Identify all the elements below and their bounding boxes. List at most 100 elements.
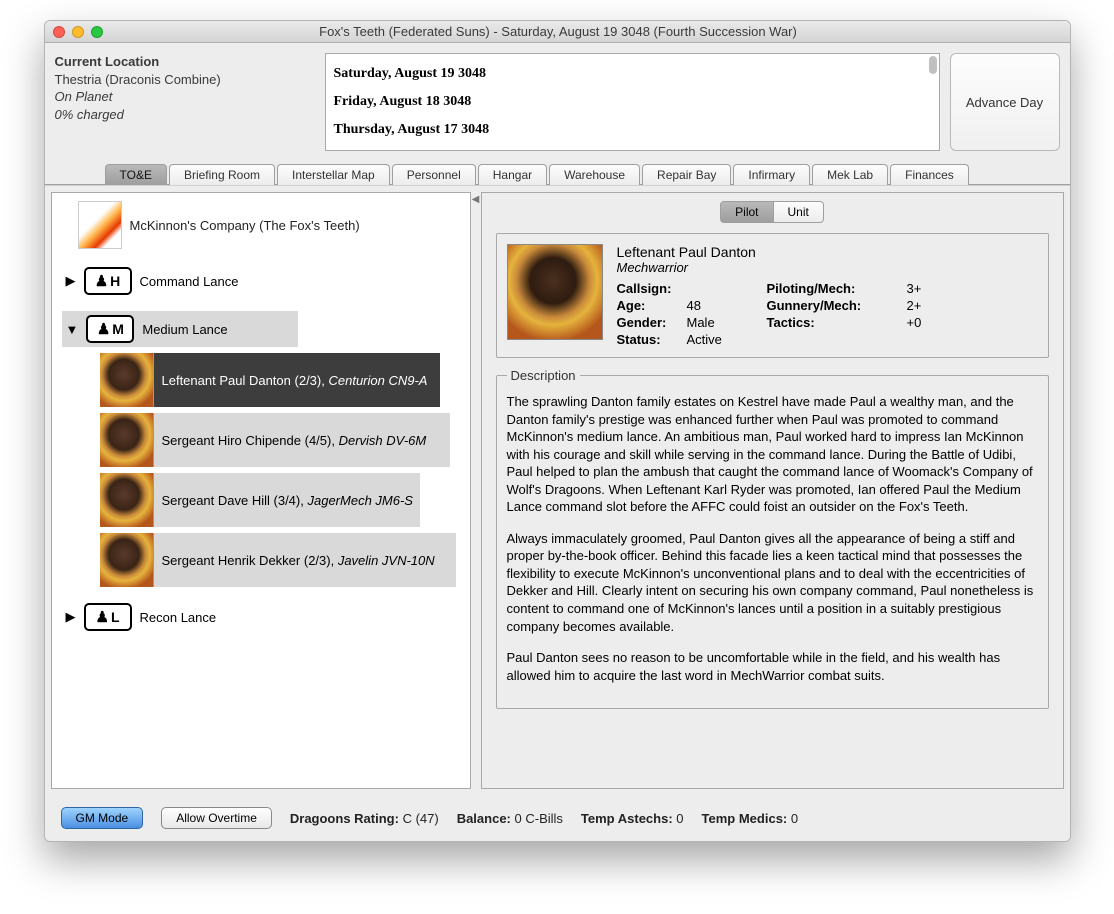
value-gender: Male [687, 315, 767, 330]
description-paragraph: The sprawling Danton family estates on K… [507, 393, 1038, 516]
pilot-row-text: Sergeant Hiro Chipende (4/5), Dervish DV… [162, 433, 427, 448]
main-split: McKinnon's Company (The Fox's Teeth) ▶ H… [45, 185, 1070, 795]
location-status-2: 0% charged [55, 106, 315, 124]
pilot-row[interactable]: Sergeant Henrik Dekker (2/3), Javelin JV… [100, 533, 456, 587]
location-panel: Current Location Thestria (Draconis Comb… [55, 53, 315, 151]
gm-mode-button[interactable]: GM Mode [61, 807, 144, 829]
pilot-row-text: Sergeant Dave Hill (3/4), JagerMech JM6-… [162, 493, 413, 508]
pilot-portrait-icon [100, 353, 154, 407]
lance-icon: L [84, 603, 132, 631]
minimize-icon[interactable] [72, 26, 84, 38]
description-paragraph: Always immaculately groomed, Paul Danton… [507, 530, 1038, 635]
app-window: Fox's Teeth (Federated Suns) - Saturday,… [44, 20, 1071, 842]
pilot-row-text: Sergeant Henrik Dekker (2/3), Javelin JV… [162, 553, 435, 568]
pilot-row[interactable]: Leftenant Paul Danton (2/3), Centurion C… [100, 353, 440, 407]
pilot-portrait-icon [100, 413, 154, 467]
label-status: Status: [617, 332, 687, 347]
lance-row[interactable]: ▼ M Medium Lance [62, 311, 298, 347]
location-status-1: On Planet [55, 88, 315, 106]
window-controls [53, 26, 103, 38]
scrollbar-thumb[interactable] [929, 56, 937, 74]
label-gender: Gender: [617, 315, 687, 330]
pilot-name: Leftenant Paul Danton [617, 244, 1038, 260]
label-callsign: Callsign: [617, 281, 687, 296]
value-piloting: 3+ [907, 281, 947, 296]
main-tabstrip: TO&E Briefing Room Interstellar Map Pers… [45, 161, 1070, 185]
titlebar: Fox's Teeth (Federated Suns) - Saturday,… [45, 21, 1070, 43]
value-age: 48 [687, 298, 767, 313]
advance-day-button[interactable]: Advance Day [950, 53, 1060, 151]
advance-day-label: Advance Day [966, 95, 1043, 110]
detail-panel: Pilot Unit Leftenant Paul Danton Mechwar… [481, 192, 1064, 789]
disclosure-icon[interactable]: ▶ [66, 273, 76, 289]
pilot-row[interactable]: Sergeant Hiro Chipende (4/5), Dervish DV… [100, 413, 450, 467]
value-gunnery: 2+ [907, 298, 947, 313]
close-icon[interactable] [53, 26, 65, 38]
tab-finances[interactable]: Finances [890, 164, 969, 185]
label-age: Age: [617, 298, 687, 313]
pilot-row[interactable]: Sergeant Dave Hill (3/4), JagerMech JM6-… [100, 473, 420, 527]
lance-icon: M [86, 315, 134, 343]
lance-recon: ▶ L Recon Lance [62, 599, 470, 635]
company-row[interactable]: McKinnon's Company (The Fox's Teeth) [56, 199, 470, 251]
lance-row[interactable]: ▶ L Recon Lance [62, 599, 470, 635]
tab-briefing-room[interactable]: Briefing Room [169, 164, 275, 185]
status-bar: GM Mode Allow Overtime Dragoons Rating: … [45, 795, 1070, 841]
lance-icon: H [84, 267, 132, 295]
balance: Balance: 0 C-Bills [457, 811, 563, 826]
subtab-pilot[interactable]: Pilot [720, 201, 773, 223]
pilot-card: Leftenant Paul Danton Mechwarrior Callsi… [496, 233, 1049, 358]
value-callsign [687, 281, 767, 296]
event-log[interactable]: Saturday, August 19 3048 Friday, August … [325, 53, 940, 151]
description-heading: Description [507, 368, 580, 383]
lance-label: Recon Lance [140, 610, 217, 625]
tab-toe[interactable]: TO&E [105, 164, 167, 185]
label-piloting: Piloting/Mech: [767, 281, 907, 296]
tab-hangar[interactable]: Hangar [478, 164, 547, 185]
split-handle[interactable]: ◀ [471, 186, 481, 795]
pilot-role: Mechwarrior [617, 260, 1038, 275]
log-entry[interactable]: Friday, August 18 3048 [334, 88, 931, 116]
force-tree[interactable]: McKinnon's Company (The Fox's Teeth) ▶ H… [51, 192, 471, 789]
tab-infirmary[interactable]: Infirmary [733, 164, 810, 185]
detail-subtabstrip: Pilot Unit [496, 201, 1049, 223]
pilot-info: Leftenant Paul Danton Mechwarrior Callsi… [617, 244, 1038, 347]
pilot-description-box: Description The sprawling Danton family … [496, 368, 1049, 709]
temp-astechs: Temp Astechs: 0 [581, 811, 684, 826]
allow-overtime-button[interactable]: Allow Overtime [161, 807, 272, 829]
value-tactics: +0 [907, 315, 947, 330]
lance-medium: ▼ M Medium Lance Leftenant Paul Danton (… [62, 311, 470, 587]
label-gunnery: Gunnery/Mech: [767, 298, 907, 313]
lance-label: Command Lance [140, 274, 239, 289]
value-status: Active [687, 332, 767, 347]
tab-mek-lab[interactable]: Mek Lab [812, 164, 888, 185]
disclosure-icon[interactable]: ▶ [66, 609, 76, 625]
temp-medics: Temp Medics: 0 [702, 811, 799, 826]
location-system: Thestria (Draconis Combine) [55, 71, 315, 89]
company-icon [78, 201, 122, 249]
pilot-portrait-icon [100, 473, 154, 527]
description-paragraph: Paul Danton sees no reason to be uncomfo… [507, 649, 1038, 684]
subtab-unit[interactable]: Unit [774, 201, 824, 223]
pilot-portrait-large [507, 244, 603, 340]
pilot-row-text: Leftenant Paul Danton (2/3), Centurion C… [162, 373, 428, 388]
window-title: Fox's Teeth (Federated Suns) - Saturday,… [103, 24, 1014, 39]
log-entry[interactable]: Thursday, August 17 3048 [334, 116, 931, 144]
top-area: Current Location Thestria (Draconis Comb… [45, 43, 1070, 161]
lance-command: ▶ H Command Lance [62, 263, 470, 299]
tab-interstellar-map[interactable]: Interstellar Map [277, 164, 390, 185]
log-entry[interactable]: Saturday, August 19 3048 [334, 60, 931, 88]
label-tactics: Tactics: [767, 315, 907, 330]
zoom-icon[interactable] [91, 26, 103, 38]
lance-row[interactable]: ▶ H Command Lance [62, 263, 470, 299]
tab-repair-bay[interactable]: Repair Bay [642, 164, 731, 185]
company-label: McKinnon's Company (The Fox's Teeth) [130, 218, 360, 233]
lance-label: Medium Lance [142, 322, 227, 337]
tab-personnel[interactable]: Personnel [392, 164, 476, 185]
pilot-stats-grid: Callsign: Piloting/Mech: 3+ Age: 48 Gunn… [617, 281, 1038, 347]
location-heading: Current Location [55, 53, 315, 71]
pilot-portrait-icon [100, 533, 154, 587]
tab-warehouse[interactable]: Warehouse [549, 164, 640, 185]
disclosure-icon[interactable]: ▼ [66, 322, 79, 337]
pilot-description: The sprawling Danton family estates on K… [507, 393, 1038, 684]
